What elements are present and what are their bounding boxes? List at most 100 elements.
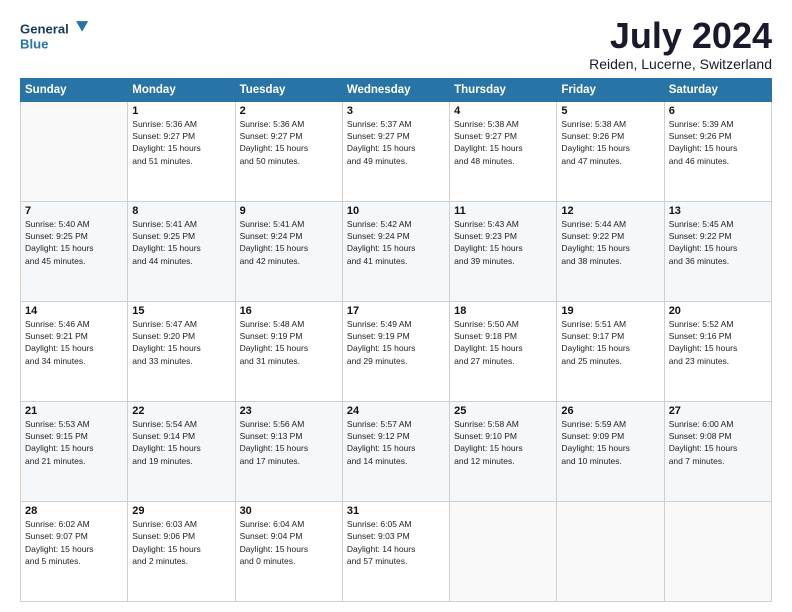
day-info: Sunrise: 5:54 AMSunset: 9:14 PMDaylight:…	[132, 418, 230, 467]
calendar-week-row: 7Sunrise: 5:40 AMSunset: 9:25 PMDaylight…	[21, 201, 772, 301]
day-number: 28	[25, 505, 123, 517]
table-row	[450, 501, 557, 601]
table-row: 15Sunrise: 5:47 AMSunset: 9:20 PMDayligh…	[128, 301, 235, 401]
day-info: Sunrise: 6:03 AMSunset: 9:06 PMDaylight:…	[132, 518, 230, 567]
day-info: Sunrise: 5:45 AMSunset: 9:22 PMDaylight:…	[669, 218, 767, 267]
day-number: 18	[454, 305, 552, 317]
table-row: 10Sunrise: 5:42 AMSunset: 9:24 PMDayligh…	[342, 201, 449, 301]
day-number: 26	[561, 405, 659, 417]
day-number: 15	[132, 305, 230, 317]
table-row: 26Sunrise: 5:59 AMSunset: 9:09 PMDayligh…	[557, 401, 664, 501]
location: Reiden, Lucerne, Switzerland	[589, 56, 772, 72]
day-number: 3	[347, 105, 445, 117]
day-info: Sunrise: 5:50 AMSunset: 9:18 PMDaylight:…	[454, 318, 552, 367]
day-info: Sunrise: 5:37 AMSunset: 9:27 PMDaylight:…	[347, 118, 445, 167]
header: General Blue July 2024 Reiden, Lucerne, …	[20, 16, 772, 72]
table-row: 22Sunrise: 5:54 AMSunset: 9:14 PMDayligh…	[128, 401, 235, 501]
table-row: 13Sunrise: 5:45 AMSunset: 9:22 PMDayligh…	[664, 201, 771, 301]
day-number: 22	[132, 405, 230, 417]
calendar-week-row: 1Sunrise: 5:36 AMSunset: 9:27 PMDaylight…	[21, 101, 772, 201]
day-info: Sunrise: 5:43 AMSunset: 9:23 PMDaylight:…	[454, 218, 552, 267]
day-info: Sunrise: 5:46 AMSunset: 9:21 PMDaylight:…	[25, 318, 123, 367]
table-row: 7Sunrise: 5:40 AMSunset: 9:25 PMDaylight…	[21, 201, 128, 301]
col-friday: Friday	[557, 78, 664, 101]
day-info: Sunrise: 5:56 AMSunset: 9:13 PMDaylight:…	[240, 418, 338, 467]
table-row: 19Sunrise: 5:51 AMSunset: 9:17 PMDayligh…	[557, 301, 664, 401]
table-row: 12Sunrise: 5:44 AMSunset: 9:22 PMDayligh…	[557, 201, 664, 301]
table-row: 9Sunrise: 5:41 AMSunset: 9:24 PMDaylight…	[235, 201, 342, 301]
day-number: 8	[132, 205, 230, 217]
day-info: Sunrise: 6:00 AMSunset: 9:08 PMDaylight:…	[669, 418, 767, 467]
day-number: 11	[454, 205, 552, 217]
table-row: 27Sunrise: 6:00 AMSunset: 9:08 PMDayligh…	[664, 401, 771, 501]
day-info: Sunrise: 5:47 AMSunset: 9:20 PMDaylight:…	[132, 318, 230, 367]
svg-text:Blue: Blue	[20, 36, 48, 51]
table-row: 3Sunrise: 5:37 AMSunset: 9:27 PMDaylight…	[342, 101, 449, 201]
day-number: 6	[669, 105, 767, 117]
table-row: 31Sunrise: 6:05 AMSunset: 9:03 PMDayligh…	[342, 501, 449, 601]
day-number: 19	[561, 305, 659, 317]
table-row: 25Sunrise: 5:58 AMSunset: 9:10 PMDayligh…	[450, 401, 557, 501]
day-number: 13	[669, 205, 767, 217]
calendar-week-row: 14Sunrise: 5:46 AMSunset: 9:21 PMDayligh…	[21, 301, 772, 401]
col-saturday: Saturday	[664, 78, 771, 101]
col-wednesday: Wednesday	[342, 78, 449, 101]
table-row: 1Sunrise: 5:36 AMSunset: 9:27 PMDaylight…	[128, 101, 235, 201]
day-info: Sunrise: 5:48 AMSunset: 9:19 PMDaylight:…	[240, 318, 338, 367]
calendar-week-row: 28Sunrise: 6:02 AMSunset: 9:07 PMDayligh…	[21, 501, 772, 601]
page: General Blue July 2024 Reiden, Lucerne, …	[0, 0, 792, 612]
day-info: Sunrise: 5:38 AMSunset: 9:27 PMDaylight:…	[454, 118, 552, 167]
day-info: Sunrise: 6:05 AMSunset: 9:03 PMDaylight:…	[347, 518, 445, 567]
table-row: 16Sunrise: 5:48 AMSunset: 9:19 PMDayligh…	[235, 301, 342, 401]
table-row: 6Sunrise: 5:39 AMSunset: 9:26 PMDaylight…	[664, 101, 771, 201]
table-row: 11Sunrise: 5:43 AMSunset: 9:23 PMDayligh…	[450, 201, 557, 301]
table-row: 18Sunrise: 5:50 AMSunset: 9:18 PMDayligh…	[450, 301, 557, 401]
day-number: 7	[25, 205, 123, 217]
day-info: Sunrise: 5:51 AMSunset: 9:17 PMDaylight:…	[561, 318, 659, 367]
day-number: 5	[561, 105, 659, 117]
table-row	[557, 501, 664, 601]
day-info: Sunrise: 5:40 AMSunset: 9:25 PMDaylight:…	[25, 218, 123, 267]
day-number: 20	[669, 305, 767, 317]
table-row: 20Sunrise: 5:52 AMSunset: 9:16 PMDayligh…	[664, 301, 771, 401]
title-block: July 2024 Reiden, Lucerne, Switzerland	[589, 16, 772, 72]
logo-svg: General Blue	[20, 16, 90, 56]
col-tuesday: Tuesday	[235, 78, 342, 101]
table-row: 30Sunrise: 6:04 AMSunset: 9:04 PMDayligh…	[235, 501, 342, 601]
day-info: Sunrise: 5:58 AMSunset: 9:10 PMDaylight:…	[454, 418, 552, 467]
month-year: July 2024	[589, 16, 772, 56]
day-number: 29	[132, 505, 230, 517]
day-info: Sunrise: 5:52 AMSunset: 9:16 PMDaylight:…	[669, 318, 767, 367]
col-thursday: Thursday	[450, 78, 557, 101]
col-sunday: Sunday	[21, 78, 128, 101]
day-number: 27	[669, 405, 767, 417]
day-info: Sunrise: 5:44 AMSunset: 9:22 PMDaylight:…	[561, 218, 659, 267]
day-number: 9	[240, 205, 338, 217]
day-info: Sunrise: 5:49 AMSunset: 9:19 PMDaylight:…	[347, 318, 445, 367]
day-info: Sunrise: 5:57 AMSunset: 9:12 PMDaylight:…	[347, 418, 445, 467]
table-row: 28Sunrise: 6:02 AMSunset: 9:07 PMDayligh…	[21, 501, 128, 601]
table-row	[664, 501, 771, 601]
calendar: Sunday Monday Tuesday Wednesday Thursday…	[20, 78, 772, 602]
day-number: 2	[240, 105, 338, 117]
table-row: 5Sunrise: 5:38 AMSunset: 9:26 PMDaylight…	[557, 101, 664, 201]
day-number: 4	[454, 105, 552, 117]
table-row: 24Sunrise: 5:57 AMSunset: 9:12 PMDayligh…	[342, 401, 449, 501]
day-number: 25	[454, 405, 552, 417]
calendar-week-row: 21Sunrise: 5:53 AMSunset: 9:15 PMDayligh…	[21, 401, 772, 501]
table-row: 8Sunrise: 5:41 AMSunset: 9:25 PMDaylight…	[128, 201, 235, 301]
day-info: Sunrise: 5:38 AMSunset: 9:26 PMDaylight:…	[561, 118, 659, 167]
table-row: 21Sunrise: 5:53 AMSunset: 9:15 PMDayligh…	[21, 401, 128, 501]
day-number: 12	[561, 205, 659, 217]
logo: General Blue	[20, 16, 90, 56]
day-info: Sunrise: 5:36 AMSunset: 9:27 PMDaylight:…	[240, 118, 338, 167]
day-info: Sunrise: 5:36 AMSunset: 9:27 PMDaylight:…	[132, 118, 230, 167]
table-row: 4Sunrise: 5:38 AMSunset: 9:27 PMDaylight…	[450, 101, 557, 201]
table-row	[21, 101, 128, 201]
day-number: 24	[347, 405, 445, 417]
day-info: Sunrise: 5:59 AMSunset: 9:09 PMDaylight:…	[561, 418, 659, 467]
calendar-header-row: Sunday Monday Tuesday Wednesday Thursday…	[21, 78, 772, 101]
day-number: 16	[240, 305, 338, 317]
svg-text:General: General	[20, 21, 69, 36]
table-row: 23Sunrise: 5:56 AMSunset: 9:13 PMDayligh…	[235, 401, 342, 501]
